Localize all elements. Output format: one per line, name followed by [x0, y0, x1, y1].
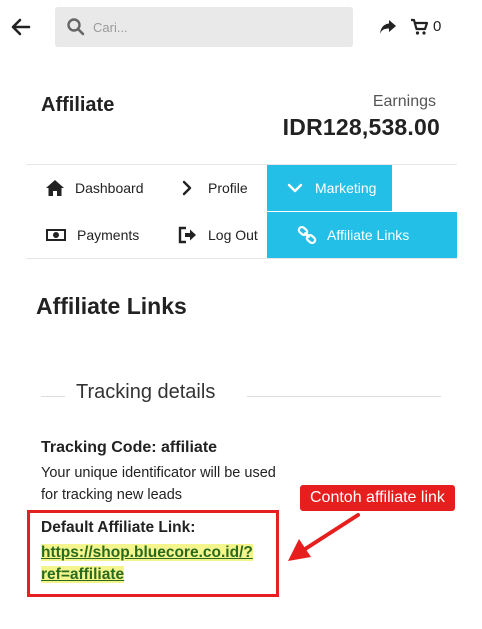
cart-button[interactable]: 0	[410, 18, 450, 38]
cart-icon	[411, 18, 429, 35]
tracking-description: Your unique identificator will be used f…	[41, 465, 276, 503]
menu-item-marketing[interactable]: Marketing	[267, 165, 392, 211]
menu-item-affiliate-links[interactable]: Affiliate Links	[267, 212, 457, 258]
section-legend: Tracking details	[76, 381, 216, 403]
home-icon	[45, 179, 65, 197]
divider	[41, 396, 65, 397]
top-bar: 0	[0, 0, 482, 56]
search-icon	[66, 17, 86, 37]
menu-label-logout: Log Out	[208, 227, 258, 243]
back-arrow-icon[interactable]	[10, 16, 32, 38]
chevron-right-icon	[178, 179, 198, 197]
menu-label-payments: Payments	[77, 227, 140, 243]
menu-item-payments[interactable]: Payments	[45, 212, 175, 258]
tracking-details-fieldset: Tracking details	[41, 380, 441, 410]
earnings-label: Earnings	[372, 93, 436, 110]
chevron-down-icon	[285, 179, 305, 197]
affiliate-link-text: https://shop.bluecore.co.id/?ref=affilia…	[41, 544, 253, 583]
menu-label-profile: Profile	[208, 180, 248, 196]
divider	[247, 396, 441, 397]
page-title: Affiliate Links	[36, 293, 187, 319]
account-title: Affiliate	[41, 94, 115, 116]
tracking-code-label: Tracking Code: affiliate	[41, 439, 218, 456]
money-icon	[45, 226, 67, 244]
menu-item-dashboard[interactable]: Dashboard	[45, 165, 175, 211]
affiliate-link[interactable]: https://shop.bluecore.co.id/?ref=affilia…	[41, 542, 273, 586]
menu-label-marketing: Marketing	[315, 180, 377, 196]
link-icon	[297, 225, 317, 245]
cart-count: 0	[433, 18, 442, 35]
annotation-arrow-icon	[280, 505, 370, 570]
search-input[interactable]	[93, 7, 343, 47]
menu-label-affiliate-links: Affiliate Links	[327, 227, 410, 243]
search-bar	[55, 7, 353, 47]
menu-label-dashboard: Dashboard	[75, 180, 144, 196]
share-icon[interactable]	[378, 18, 398, 36]
sign-out-icon	[178, 226, 198, 244]
earnings-value: IDR128,538.00	[282, 114, 440, 140]
default-link-label: Default Affiliate Link:	[41, 519, 196, 536]
account-menu: Dashboard Profile Marketing Payments Log…	[26, 164, 457, 259]
